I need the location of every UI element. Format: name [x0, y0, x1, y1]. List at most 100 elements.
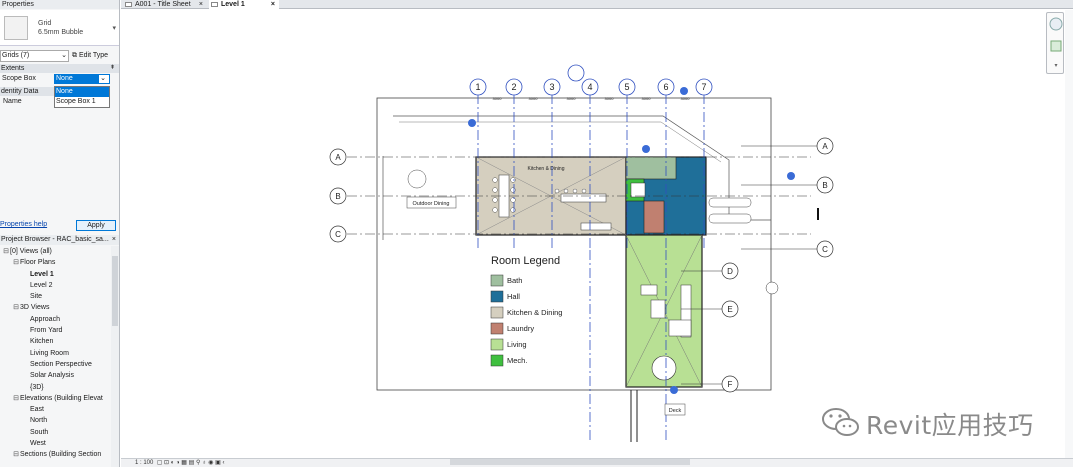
browser-item[interactable]: Kitchen	[0, 336, 110, 347]
browser-item[interactable]: East	[0, 404, 110, 415]
browser-item-label: Elevations (Building Elevat	[20, 394, 103, 402]
outdoor-table	[407, 169, 427, 189]
close-icon[interactable]: ×	[199, 0, 203, 9]
browser-item-label: Level 1	[30, 270, 54, 278]
name-label: Name	[3, 98, 22, 105]
close-icon[interactable]: ×	[112, 235, 116, 245]
group-extents[interactable]: Extents ⇞	[0, 64, 119, 73]
horizontal-scrollbar[interactable]	[450, 459, 690, 465]
legend-swatch	[490, 338, 504, 351]
scroll-thumb[interactable]	[112, 256, 118, 326]
browser-item-label: Site	[30, 293, 43, 301]
grid-label-B: B	[335, 192, 340, 201]
dining-chair	[510, 197, 516, 203]
view-control-icons[interactable]: ▢ ⊡ ◐ ◑ ▦ ▤ ⚲ ♁ ◉ ▣ ‹	[155, 460, 225, 466]
chevron-down-icon[interactable]: ⌄	[98, 75, 108, 83]
vertical-scrollbar[interactable]	[1065, 10, 1073, 458]
browser-item-label: Kitchen	[30, 338, 54, 346]
browser-item[interactable]: Level 2	[0, 280, 110, 291]
room-label-kitchen: Kitchen & Dining	[528, 166, 565, 172]
tab-label: A001 - Title Sheet	[135, 1, 191, 8]
browser-item[interactable]: Site	[0, 291, 110, 302]
grid-label-2: 2	[511, 82, 516, 92]
grid-label-1: 1	[475, 82, 480, 92]
navigation-bar[interactable]: ▾	[1046, 12, 1064, 74]
scope-box-value: None	[55, 75, 99, 83]
browser-item[interactable]: ⊟[0] Views (all)	[0, 246, 110, 257]
tree-toggle-icon[interactable]: ⊟	[12, 257, 20, 268]
kitchen-counter	[580, 222, 612, 231]
browser-item-label: West	[30, 440, 46, 448]
dimension-label: 3000	[642, 96, 652, 101]
legend-title: Room Legend	[491, 255, 560, 267]
browser-item[interactable]: ⊟Elevations (Building Elevat	[0, 393, 110, 404]
tab-title-sheet[interactable]: A001 - Title Sheet ×	[123, 0, 207, 9]
browser-item[interactable]: ⊟3D Views	[0, 302, 110, 313]
section-marker-icon	[468, 119, 476, 127]
view-tabs: A001 - Title Sheet × Level 1 ×	[121, 0, 1073, 9]
chevron-down-icon[interactable]: ▾	[112, 24, 116, 32]
round-table	[651, 355, 677, 381]
collapse-icon[interactable]: ⇞	[110, 64, 115, 73]
browser-item[interactable]: Living Room	[0, 348, 110, 359]
type-selector[interactable]: Grid 6.5mm Bubble ▾	[0, 10, 119, 46]
instance-filter-dropdown[interactable]: Grids (7) ⌄	[0, 50, 69, 62]
browser-item-label: [0] Views (all)	[10, 248, 52, 255]
apply-button[interactable]: Apply	[76, 220, 116, 231]
group-identity-label: dentity Data	[1, 88, 39, 95]
browser-item[interactable]: Section Perspective	[0, 359, 110, 370]
project-browser-tree: ⊟[0] Views (all) ⊟Floor Plans Level 1 Level…	[0, 246, 110, 461]
browser-item[interactable]: ⊟Sections (Building Section	[0, 449, 110, 460]
dimension-label: 3000	[493, 96, 503, 101]
browser-item[interactable]: From Yard	[0, 325, 110, 336]
browser-item[interactable]: South	[0, 427, 110, 438]
dining-chair	[510, 177, 516, 183]
edit-type-icon: ⧉	[72, 52, 79, 59]
browser-item[interactable]: Solar Analysis	[0, 370, 110, 381]
elevation-callout-icon	[765, 281, 779, 295]
scope-box-dropdown[interactable]: None ⌄	[54, 74, 110, 84]
grid-label-B: B	[822, 181, 827, 190]
browser-item[interactable]: North	[0, 415, 110, 426]
browser-item[interactable]: {3D}	[0, 382, 110, 393]
section-marker-icon	[670, 386, 678, 394]
browser-item[interactable]: Level 1	[0, 269, 110, 280]
armchair	[640, 284, 658, 296]
watermark: Revit应用技巧	[818, 402, 1048, 442]
browser-item[interactable]: West	[0, 438, 110, 449]
tree-toggle-icon[interactable]: ⊟	[12, 449, 20, 460]
dimension-label: 3000	[681, 96, 691, 101]
drawing-canvas[interactable]: 1 3000 2 3000 3 3000 4 3000 5 3000 6 3000 7 A B C A B C D E F…	[121, 10, 1065, 458]
project-browser-title-text: Project Browser - RAC_basic_sa...	[1, 236, 109, 243]
scale-label[interactable]: 1 : 100	[135, 460, 153, 466]
grid-label-A: A	[822, 142, 828, 151]
grid-label-7: 7	[701, 82, 706, 92]
elevation-marker-icon	[567, 64, 585, 82]
instance-filter-row: Grids (7) ⌄ ⧉ Edit Type	[0, 50, 119, 62]
bench	[708, 197, 752, 208]
room-label-outdoor-dining: Outdoor Dining	[413, 201, 450, 207]
browser-item[interactable]: Approach	[0, 314, 110, 325]
edit-type-label: Edit Type	[78, 52, 109, 59]
tree-toggle-icon[interactable]: ⊟	[2, 246, 10, 257]
tab-level-1[interactable]: Level 1 ×	[209, 0, 279, 9]
grid-label-F: F	[728, 380, 733, 389]
scope-option-box1[interactable]: Scope Box 1	[55, 97, 109, 107]
group-identity[interactable]: dentity Data	[0, 87, 54, 96]
floor-plan[interactable]: 1 3000 2 3000 3 3000 4 3000 5 3000 6 3000 7 A B C A B C D E F…	[121, 10, 1065, 458]
dining-chair	[510, 187, 516, 193]
scope-option-none[interactable]: None	[55, 87, 109, 97]
close-icon[interactable]: ×	[271, 0, 275, 9]
kitchen-island	[560, 193, 607, 203]
type-name: 6.5mm Bubble	[38, 29, 84, 36]
bar-stool	[563, 188, 569, 194]
crop-region	[376, 97, 772, 391]
tree-toggle-icon[interactable]: ⊟	[12, 393, 20, 404]
bar-stool	[572, 188, 578, 194]
edit-type-button[interactable]: ⧉ Edit Type	[72, 50, 118, 62]
dimension-label: 3000	[567, 96, 577, 101]
properties-help-link[interactable]: Properties help	[0, 221, 47, 228]
project-browser-scrollbar[interactable]	[111, 246, 119, 467]
browser-item[interactable]: ⊟Floor Plans	[0, 257, 110, 268]
tree-toggle-icon[interactable]: ⊟	[12, 302, 20, 313]
